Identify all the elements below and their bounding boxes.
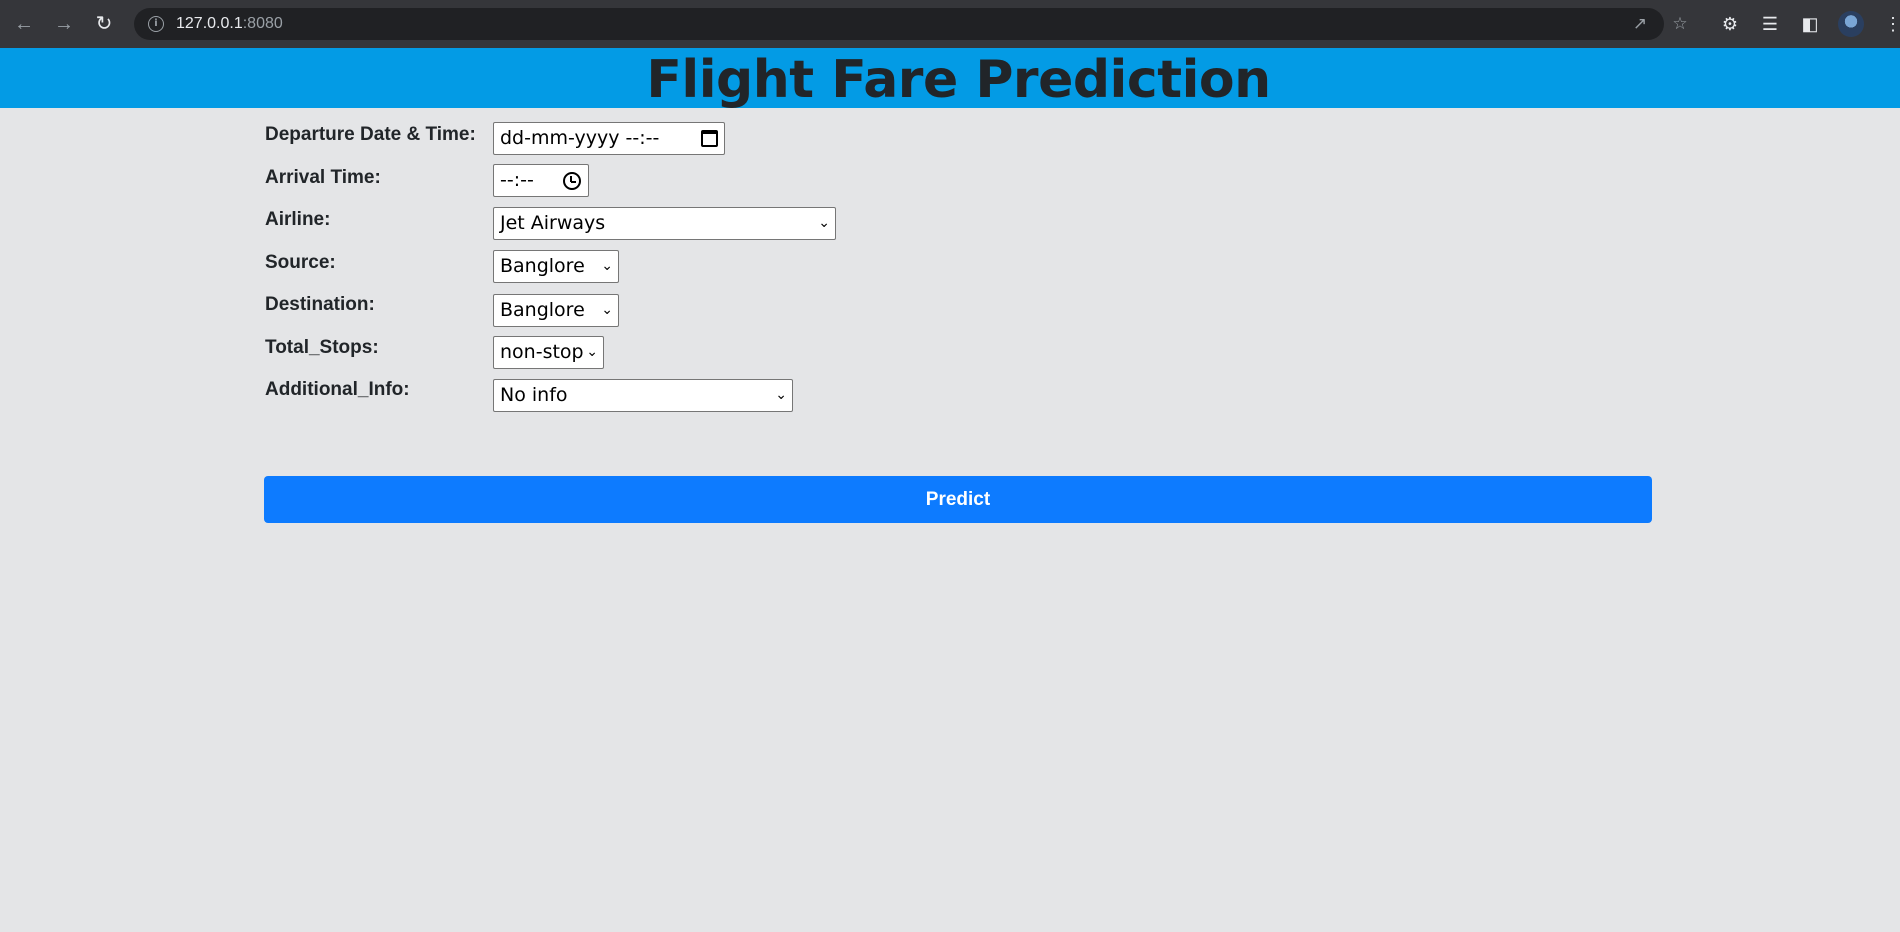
share-icon[interactable]: ↗ [1630,14,1650,34]
page-title: Flight Fare Prediction [646,50,1271,110]
sidepanel-icon[interactable]: ◧ [1798,12,1822,36]
source-label: Source: [265,252,336,273]
chevron-down-icon: ⌄ [586,344,598,360]
menu-dots-icon[interactable]: ⋮ [1884,12,1900,36]
airline-value: Jet Airways [500,212,606,234]
address-bar[interactable]: i 127.0.0.1:8080 ↗ ☆ [134,8,1688,40]
info-value: No info [500,384,568,406]
total-stops-select[interactable]: non-stop ⌄ [493,336,604,369]
avatar[interactable] [1838,11,1864,37]
browser-toolbar: ← → ↻ i 127.0.0.1:8080 ↗ ☆ ⚙ ☰ ◧ ⋮ [0,0,1900,48]
extensions-icon[interactable]: ⚙ [1718,12,1742,36]
departure-label: Departure Date & Time: [265,124,476,145]
media-icon[interactable]: ☰ [1758,12,1782,36]
info-label: Additional_Info: [265,379,410,400]
reload-icon[interactable]: ↻ [92,12,116,36]
chevron-down-icon: ⌄ [601,302,613,318]
destination-select[interactable]: Banglore ⌄ [493,294,619,327]
chevron-down-icon: ⌄ [818,215,830,231]
departure-datetime-input[interactable]: dd-mm-yyyy --:-- [493,122,725,155]
url-host: 127.0.0.1 [176,15,243,32]
calendar-icon[interactable] [701,130,718,147]
forward-arrow-icon[interactable]: → [52,12,76,36]
info-icon[interactable]: i [148,16,164,32]
chevron-down-icon: ⌄ [775,387,787,403]
airline-select[interactable]: Jet Airways ⌄ [493,207,836,240]
back-arrow-icon[interactable]: ← [12,12,36,36]
predict-button[interactable]: Predict [264,476,1652,523]
destination-value: Banglore [500,299,585,321]
arrival-time-input[interactable]: --:-- [493,164,589,197]
arrival-label: Arrival Time: [265,167,381,188]
stops-label: Total_Stops: [265,337,379,358]
source-value: Banglore [500,255,585,277]
star-icon[interactable]: ☆ [1670,14,1690,34]
source-select[interactable]: Banglore ⌄ [493,250,619,283]
airline-label: Airline: [265,209,331,230]
url-text[interactable]: 127.0.0.1:8080 [176,15,283,33]
stops-value: non-stop [500,341,584,363]
departure-value: dd-mm-yyyy --:-- [500,127,660,149]
arrival-value: --:-- [500,169,534,191]
destination-label: Destination: [265,294,375,315]
additional-info-select[interactable]: No info ⌄ [493,379,793,412]
chevron-down-icon: ⌄ [601,258,613,274]
clock-icon[interactable] [563,172,581,190]
url-port: :8080 [242,15,283,32]
